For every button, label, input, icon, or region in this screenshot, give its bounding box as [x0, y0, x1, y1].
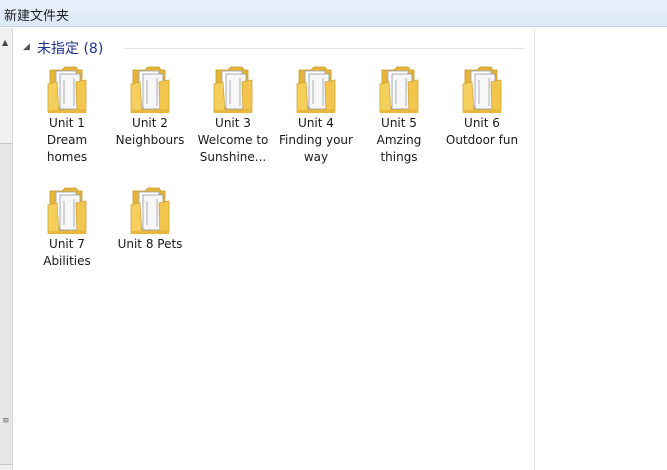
vertical-scrollbar[interactable]: ▲ ≡ [0, 28, 13, 470]
folder-item[interactable]: Unit 3 Welcome to Sunshine... [195, 64, 271, 166]
group-label: 未指定 (8) [37, 41, 104, 57]
folder-name: Unit 1 Dream homes [46, 116, 88, 164]
folder-name: Unit 7 Abilities [43, 237, 91, 268]
scroll-up-arrow-icon[interactable]: ▲ [2, 38, 8, 47]
folder-name: Unit 2 Neighbours [115, 116, 185, 147]
folder-name: Unit 8 Pets [117, 237, 183, 251]
folder-name: Unit 4 Finding your way [279, 116, 353, 164]
folder-item[interactable]: Unit 5 Amzing things [361, 64, 437, 166]
folder-icon [47, 187, 87, 235]
folder-icon [296, 66, 336, 114]
folder-item[interactable]: Unit 8 Pets [112, 185, 188, 253]
folder-icon [213, 66, 253, 114]
folder-item[interactable]: Unit 7 Abilities [29, 185, 105, 270]
folder-item[interactable]: Unit 2 Neighbours [112, 64, 188, 149]
title-bar: 新建文件夹 [0, 0, 667, 27]
folder-icon [130, 187, 170, 235]
folder-name: Unit 6 Outdoor fun [445, 116, 519, 147]
folder-icon [462, 66, 502, 114]
collapse-arrow-icon[interactable]: ◢ [23, 42, 30, 52]
window-title: 新建文件夹 [4, 9, 70, 24]
folder-icon [379, 66, 419, 114]
folder-icon [130, 66, 170, 114]
folder-item[interactable]: Unit 1 Dream homes [29, 64, 105, 166]
group-header[interactable]: ◢ 未指定 (8) [23, 38, 525, 58]
pane-divider [534, 28, 535, 470]
folder-name: Unit 3 Welcome to Sunshine... [197, 116, 269, 164]
folder-name: Unit 5 Amzing things [376, 116, 422, 164]
grip-icon: ≡ [2, 416, 10, 426]
folder-item[interactable]: Unit 4 Finding your way [278, 64, 354, 166]
group-divider [124, 48, 525, 49]
folder-item[interactable]: Unit 6 Outdoor fun [444, 64, 520, 149]
folder-icon [47, 66, 87, 114]
file-view[interactable]: ◢ 未指定 (8) Unit 1 Dream homes Unit 2 Neig… [14, 28, 534, 470]
